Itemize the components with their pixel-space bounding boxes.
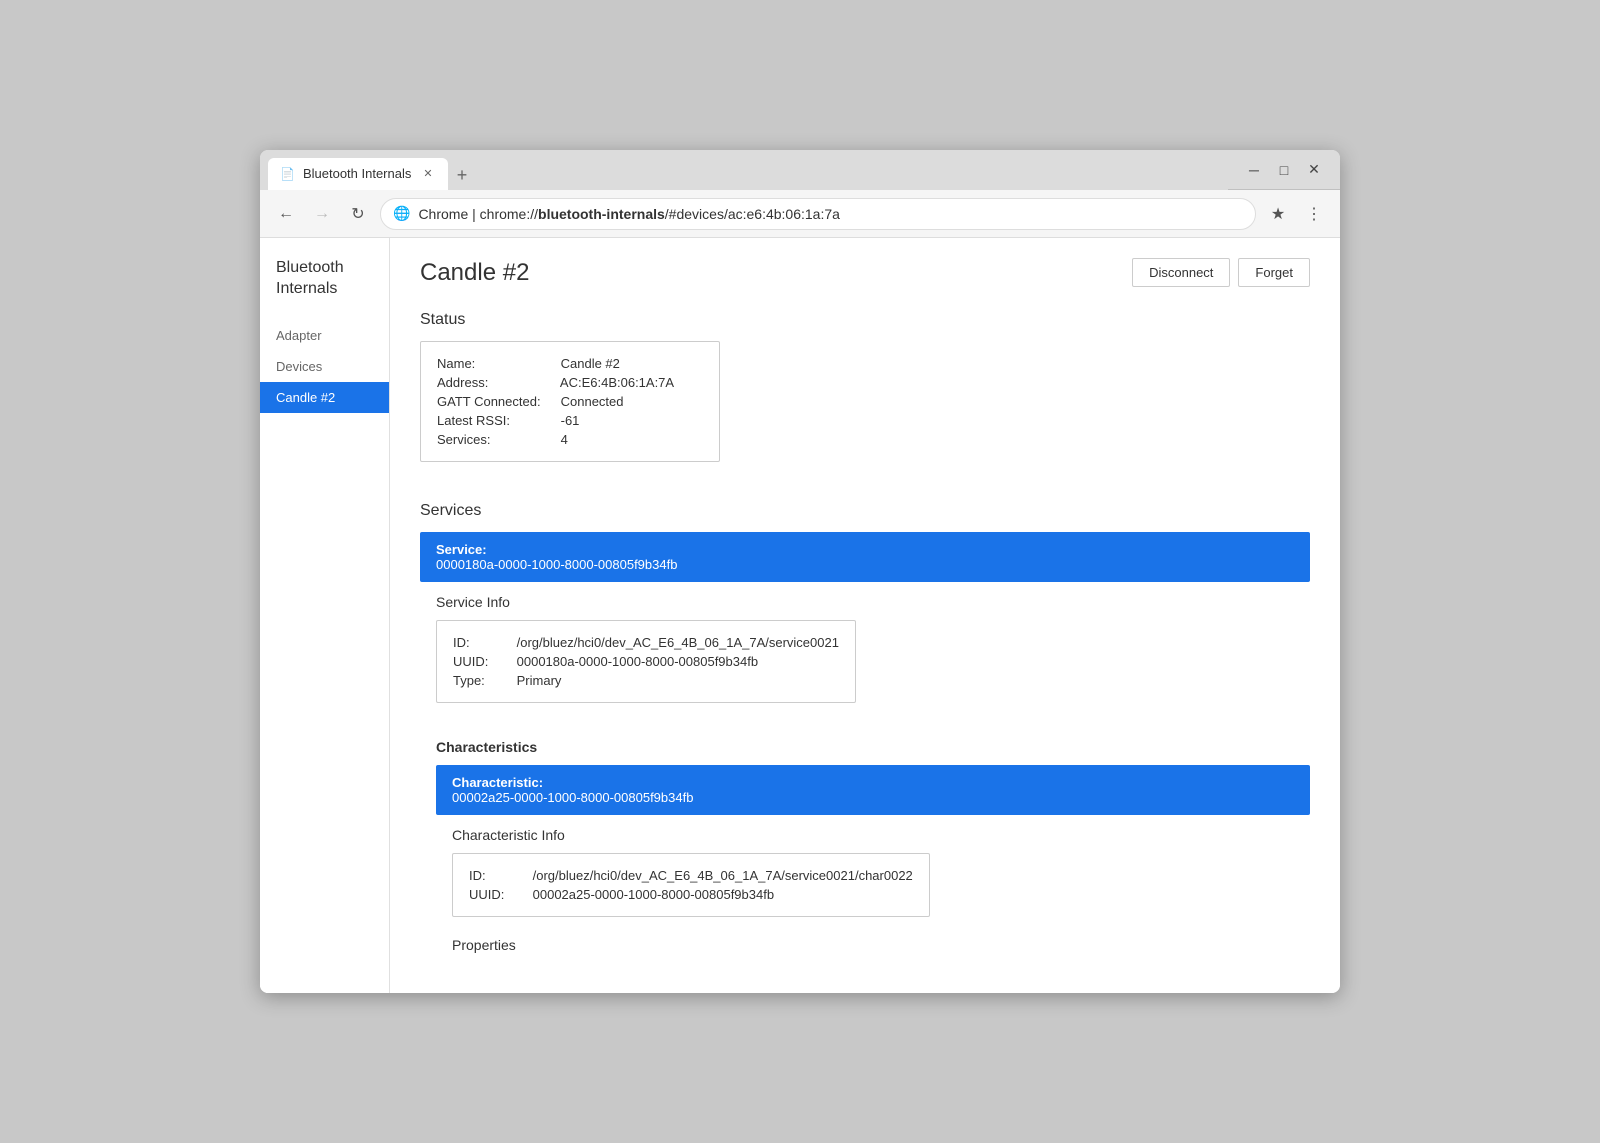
sidebar-item-candle2[interactable]: Candle #2	[260, 382, 389, 413]
url-scheme: chrome://	[480, 206, 538, 222]
service-type-value: Primary	[517, 673, 562, 688]
char-id-row: ID: /org/bluez/hci0/dev_AC_E6_4B_06_1A_7…	[469, 866, 913, 885]
service-id-label: ID:	[453, 635, 513, 650]
service-uuid-row: UUID: 0000180a-0000-1000-8000-00805f9b34…	[453, 652, 839, 671]
status-services-row: Services: 4	[437, 430, 703, 449]
characteristic-bar[interactable]: Characteristic: 00002a25-0000-1000-8000-…	[436, 765, 1310, 815]
sidebar-item-devices[interactable]: Devices	[260, 351, 389, 382]
header-buttons: Disconnect Forget	[1132, 258, 1310, 287]
status-address-label: Address:	[437, 375, 557, 390]
forward-button[interactable]: →	[308, 200, 336, 228]
status-services-label: Services:	[437, 432, 557, 447]
characteristic-info-title: Characteristic Info	[452, 827, 1310, 843]
service-info-box: ID: /org/bluez/hci0/dev_AC_E6_4B_06_1A_7…	[436, 620, 856, 703]
char-uuid-value: 00002a25-0000-1000-8000-00805f9b34fb	[533, 887, 774, 902]
status-section-title: Status	[420, 311, 1310, 329]
sidebar: Bluetooth Internals Adapter Devices Cand…	[260, 238, 390, 993]
characteristic-info-box: ID: /org/bluez/hci0/dev_AC_E6_4B_06_1A_7…	[452, 853, 930, 917]
tabs-bar: 📄 Bluetooth Internals ✕ +	[260, 150, 1228, 190]
status-gatt-label: GATT Connected:	[437, 394, 557, 409]
status-rssi-value: -61	[561, 413, 580, 428]
window-controls: ─ □ ✕	[1228, 156, 1340, 184]
characteristic-bar-title: Characteristic:	[452, 775, 1294, 790]
url-separator: |	[472, 206, 480, 222]
service-bar-title: Service:	[436, 542, 1294, 557]
sidebar-item-adapter[interactable]: Adapter	[260, 320, 389, 351]
service-bar-uuid: 0000180a-0000-1000-8000-00805f9b34fb	[436, 557, 1294, 572]
characteristic-info-container: Characteristic Info ID: /org/bluez/hci0/…	[452, 827, 1310, 953]
status-name-label: Name:	[437, 356, 557, 371]
service-type-row: Type: Primary	[453, 671, 839, 690]
url-bar[interactable]: 🌐 Chrome | chrome://bluetooth-internals/…	[380, 198, 1256, 230]
services-section: Services Service: 0000180a-0000-1000-800…	[420, 502, 1310, 953]
service-id-row: ID: /org/bluez/hci0/dev_AC_E6_4B_06_1A_7…	[453, 633, 839, 652]
url-path: /#devices/ac:e6:4b:06:1a:7a	[665, 206, 840, 222]
menu-button[interactable]: ⋮	[1300, 200, 1328, 228]
status-address-row: Address: AC:E6:4B:06:1A:7A	[437, 373, 703, 392]
service-info-container: Service Info ID: /org/bluez/hci0/dev_AC_…	[436, 594, 1310, 723]
status-name-value: Candle #2	[561, 356, 620, 371]
back-button[interactable]: ←	[272, 200, 300, 228]
new-tab-button[interactable]: +	[448, 162, 476, 190]
characteristics-title: Characteristics	[436, 739, 1310, 755]
service-type-label: Type:	[453, 673, 513, 688]
page-header: Candle #2 Disconnect Forget	[420, 258, 1310, 287]
close-button[interactable]: ✕	[1300, 156, 1328, 184]
characteristic-bar-uuid: 00002a25-0000-1000-8000-00805f9b34fb	[452, 790, 1294, 805]
disconnect-button[interactable]: Disconnect	[1132, 258, 1230, 287]
tab-close-button[interactable]: ✕	[420, 166, 436, 182]
main-content: Candle #2 Disconnect Forget Status Name:…	[390, 238, 1340, 993]
status-section: Status Name: Candle #2 Address: AC:E6:4B…	[420, 311, 1310, 482]
characteristics-container: Characteristics Characteristic: 00002a25…	[436, 739, 1310, 953]
active-tab[interactable]: 📄 Bluetooth Internals ✕	[268, 158, 448, 190]
url-display: Chrome | chrome://bluetooth-internals/#d…	[418, 206, 840, 222]
status-gatt-row: GATT Connected: Connected	[437, 392, 703, 411]
secure-icon: 🌐	[393, 205, 410, 222]
reload-button[interactable]: ↻	[344, 200, 372, 228]
services-section-title: Services	[420, 502, 1310, 520]
browser-window: 📄 Bluetooth Internals ✕ + ─ □ ✕ ← → ↻ 🌐 …	[260, 150, 1340, 993]
service-info-title: Service Info	[436, 594, 1310, 610]
status-info-box: Name: Candle #2 Address: AC:E6:4B:06:1A:…	[420, 341, 720, 462]
status-gatt-value: Connected	[561, 394, 624, 409]
char-uuid-label: UUID:	[469, 887, 529, 902]
char-id-label: ID:	[469, 868, 529, 883]
status-address-value: AC:E6:4B:06:1A:7A	[560, 375, 674, 390]
char-uuid-row: UUID: 00002a25-0000-1000-8000-00805f9b34…	[469, 885, 913, 904]
service-uuid-label: UUID:	[453, 654, 513, 669]
service-id-value: /org/bluez/hci0/dev_AC_E6_4B_06_1A_7A/se…	[517, 635, 839, 650]
status-rssi-row: Latest RSSI: -61	[437, 411, 703, 430]
sidebar-title: Bluetooth Internals	[260, 258, 389, 320]
status-rssi-label: Latest RSSI:	[437, 413, 557, 428]
tab-page-icon: 📄	[280, 167, 295, 181]
maximize-button[interactable]: □	[1270, 156, 1298, 184]
service-uuid-value: 0000180a-0000-1000-8000-00805f9b34fb	[517, 654, 758, 669]
status-name-row: Name: Candle #2	[437, 354, 703, 373]
bookmark-button[interactable]: ★	[1264, 200, 1292, 228]
url-host: bluetooth-internals	[538, 206, 665, 222]
address-bar: ← → ↻ 🌐 Chrome | chrome://bluetooth-inte…	[260, 190, 1340, 238]
forget-button[interactable]: Forget	[1238, 258, 1310, 287]
tab-title: Bluetooth Internals	[303, 166, 412, 181]
char-id-value: /org/bluez/hci0/dev_AC_E6_4B_06_1A_7A/se…	[533, 868, 913, 883]
url-browser-label: Chrome	[418, 206, 468, 222]
page-content: Bluetooth Internals Adapter Devices Cand…	[260, 238, 1340, 993]
status-services-value: 4	[561, 432, 568, 447]
properties-title: Properties	[452, 937, 1310, 953]
page-title: Candle #2	[420, 259, 529, 287]
service-bar[interactable]: Service: 0000180a-0000-1000-8000-00805f9…	[420, 532, 1310, 582]
minimize-button[interactable]: ─	[1240, 156, 1268, 184]
title-bar: 📄 Bluetooth Internals ✕ + ─ □ ✕	[260, 150, 1340, 190]
